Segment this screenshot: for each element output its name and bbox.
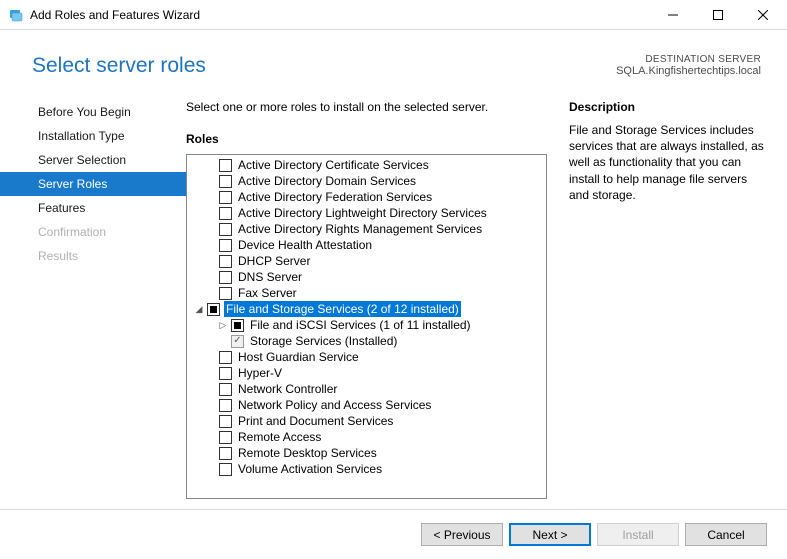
role-item[interactable]: Network Controller xyxy=(187,381,546,397)
role-checkbox[interactable] xyxy=(219,223,232,236)
role-checkbox[interactable] xyxy=(219,383,232,396)
role-checkbox[interactable] xyxy=(219,255,232,268)
role-label: File and iSCSI Services (1 of 11 install… xyxy=(248,317,473,333)
role-label: Remote Access xyxy=(236,429,323,445)
role-checkbox[interactable] xyxy=(219,159,232,172)
role-checkbox xyxy=(231,335,244,348)
sidebar-item-results: Results xyxy=(0,244,186,268)
role-item[interactable]: Hyper-V xyxy=(187,365,546,381)
role-item[interactable]: Volume Activation Services xyxy=(187,461,546,477)
role-checkbox[interactable] xyxy=(219,351,232,364)
install-button[interactable]: Install xyxy=(597,523,679,546)
role-item[interactable]: Fax Server xyxy=(187,285,546,301)
maximize-button[interactable] xyxy=(695,1,740,29)
sidebar-item-server-selection[interactable]: Server Selection xyxy=(0,148,186,172)
role-checkbox[interactable] xyxy=(231,319,244,332)
role-item[interactable]: Active Directory Federation Services xyxy=(187,189,546,205)
role-label: Print and Document Services xyxy=(236,413,395,429)
cancel-button[interactable]: Cancel xyxy=(685,523,767,546)
wizard-footer: < Previous Next > Install Cancel xyxy=(0,509,787,559)
role-item[interactable]: DNS Server xyxy=(187,269,546,285)
role-item[interactable]: Active Directory Domain Services xyxy=(187,173,546,189)
role-item[interactable]: Network Policy and Access Services xyxy=(187,397,546,413)
app-icon xyxy=(8,7,24,23)
role-label: Host Guardian Service xyxy=(236,349,361,365)
roles-tree[interactable]: Active Directory Certificate ServicesAct… xyxy=(187,155,546,498)
destination-server: DESTINATION SERVER SQLA.Kingfishertechti… xyxy=(616,54,761,78)
collapse-icon[interactable]: ◢ xyxy=(193,303,205,315)
role-checkbox[interactable] xyxy=(219,463,232,476)
role-item[interactable]: Storage Services (Installed) xyxy=(187,333,546,349)
previous-button[interactable]: < Previous xyxy=(421,523,503,546)
role-label: DNS Server xyxy=(236,269,304,285)
destination-value: SQLA.Kingfishertechtips.local xyxy=(616,65,761,77)
role-item[interactable]: Active Directory Lightweight Directory S… xyxy=(187,205,546,221)
sidebar-item-before-you-begin[interactable]: Before You Begin xyxy=(0,100,186,124)
role-checkbox[interactable] xyxy=(219,191,232,204)
role-label: File and Storage Services (2 of 12 insta… xyxy=(224,301,461,317)
role-checkbox[interactable] xyxy=(219,415,232,428)
title-bar: Add Roles and Features Wizard xyxy=(0,0,787,30)
role-item[interactable]: ▷ File and iSCSI Services (1 of 11 instal… xyxy=(187,317,546,333)
role-item[interactable]: Host Guardian Service xyxy=(187,349,546,365)
role-checkbox[interactable] xyxy=(219,367,232,380)
role-checkbox[interactable] xyxy=(219,271,232,284)
role-label: Network Policy and Access Services xyxy=(236,397,433,413)
role-item[interactable]: Remote Desktop Services xyxy=(187,445,546,461)
wizard-sidebar: Before You BeginInstallation TypeServer … xyxy=(0,92,186,509)
destination-label: DESTINATION SERVER xyxy=(616,54,761,65)
role-label: Storage Services (Installed) xyxy=(248,333,399,349)
close-button[interactable] xyxy=(740,1,785,29)
description-header: Description xyxy=(569,100,769,114)
role-label: Active Directory Rights Management Servi… xyxy=(236,221,484,237)
role-item[interactable]: Device Health Attestation xyxy=(187,237,546,253)
role-item[interactable]: Print and Document Services xyxy=(187,413,546,429)
page-title: Select server roles xyxy=(32,54,206,78)
role-label: Active Directory Lightweight Directory S… xyxy=(236,205,489,221)
sidebar-item-features[interactable]: Features xyxy=(0,196,186,220)
sidebar-item-confirmation: Confirmation xyxy=(0,220,186,244)
wizard-header: Select server roles DESTINATION SERVER S… xyxy=(0,30,787,92)
role-item[interactable]: ◢ File and Storage Services (2 of 12 inst… xyxy=(187,301,546,317)
role-checkbox[interactable] xyxy=(219,399,232,412)
role-label: Active Directory Domain Services xyxy=(236,173,418,189)
instruction-text: Select one or more roles to install on t… xyxy=(186,100,547,114)
sidebar-item-installation-type[interactable]: Installation Type xyxy=(0,124,186,148)
role-label: Hyper-V xyxy=(236,365,284,381)
role-checkbox[interactable] xyxy=(219,239,232,252)
role-item[interactable]: Active Directory Certificate Services xyxy=(187,157,546,173)
role-label: Active Directory Certificate Services xyxy=(236,157,431,173)
role-checkbox[interactable] xyxy=(219,447,232,460)
role-checkbox[interactable] xyxy=(219,175,232,188)
role-checkbox[interactable] xyxy=(219,431,232,444)
window-title: Add Roles and Features Wizard xyxy=(30,8,650,22)
role-label: Volume Activation Services xyxy=(236,461,384,477)
role-label: Device Health Attestation xyxy=(236,237,374,253)
role-checkbox[interactable] xyxy=(207,303,220,316)
role-item[interactable]: Active Directory Rights Management Servi… xyxy=(187,221,546,237)
role-item[interactable]: DHCP Server xyxy=(187,253,546,269)
next-button[interactable]: Next > xyxy=(509,523,591,546)
role-label: DHCP Server xyxy=(236,253,312,269)
roles-header: Roles xyxy=(186,132,547,146)
minimize-button[interactable] xyxy=(650,1,695,29)
sidebar-item-server-roles[interactable]: Server Roles xyxy=(0,172,186,196)
role-label: Network Controller xyxy=(236,381,339,397)
roles-tree-container: Active Directory Certificate ServicesAct… xyxy=(186,154,547,499)
role-label: Fax Server xyxy=(236,285,299,301)
description-text: File and Storage Services includes servi… xyxy=(569,122,769,203)
role-label: Active Directory Federation Services xyxy=(236,189,434,205)
expand-icon[interactable]: ▷ xyxy=(217,319,229,331)
role-checkbox[interactable] xyxy=(219,287,232,300)
role-label: Remote Desktop Services xyxy=(236,445,379,461)
role-checkbox[interactable] xyxy=(219,207,232,220)
role-item[interactable]: Remote Access xyxy=(187,429,546,445)
